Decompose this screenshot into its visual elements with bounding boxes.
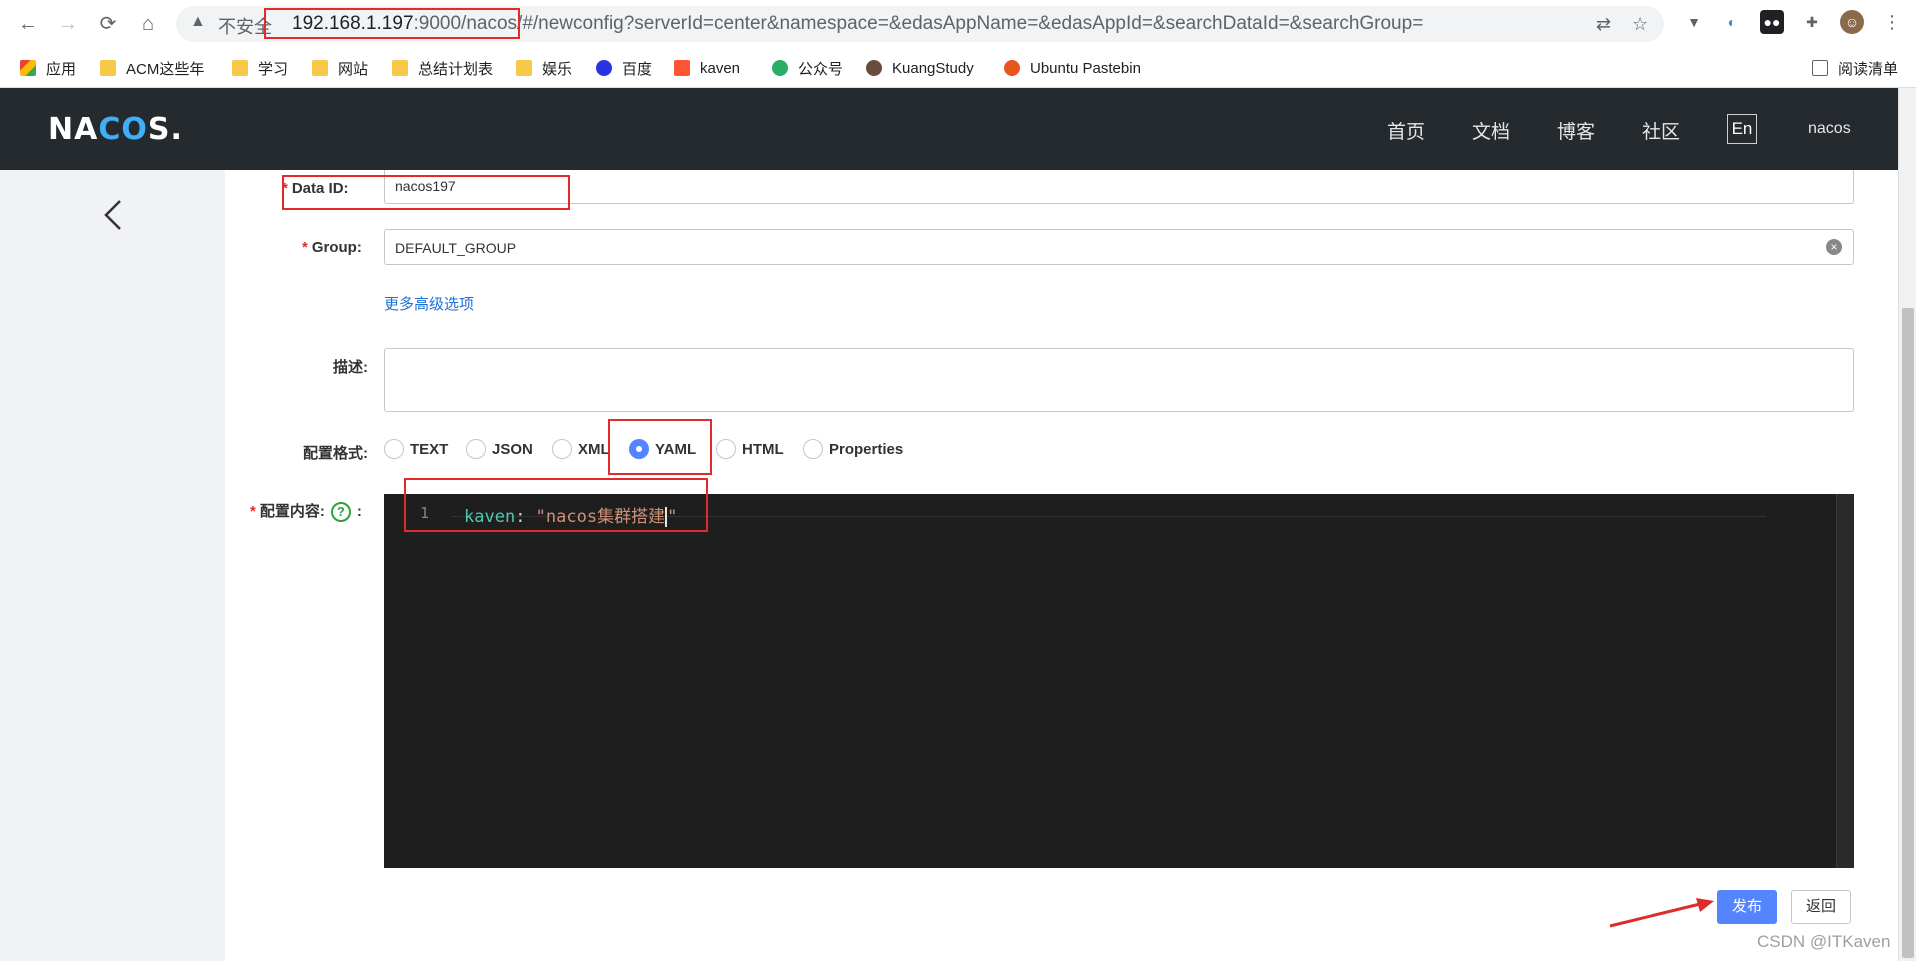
folder-icon (232, 60, 248, 76)
bookmark-kuangstudy[interactable]: KuangStudy (866, 56, 974, 80)
star-icon[interactable]: ☆ (1632, 14, 1648, 35)
clear-icon[interactable]: × (1826, 239, 1842, 255)
radio-circle[interactable] (384, 439, 404, 459)
translate-icon[interactable]: ⇄ (1596, 14, 1611, 35)
nav-docs[interactable]: 文档 (1472, 117, 1510, 144)
reading-list-icon (1812, 60, 1828, 76)
folder-icon (392, 60, 408, 76)
format-radio-xml[interactable]: XML (552, 439, 610, 459)
format-label: 配置格式: (303, 445, 368, 462)
kuangstudy-avatar-icon (866, 60, 882, 76)
page-scrollbar[interactable] (1898, 88, 1916, 961)
scrollbar-thumb[interactable] (1902, 308, 1914, 958)
content-label: * 配置内容:?: (250, 500, 362, 523)
annotation-arrow-icon (1609, 898, 1714, 928)
format-radio-properties[interactable]: Properties (803, 439, 903, 459)
format-radio-text[interactable]: TEXT (384, 439, 448, 459)
yaml-highlight-box (608, 419, 712, 475)
bookmark-folder[interactable]: 学习 (232, 56, 288, 80)
back-icon[interactable]: ← (14, 10, 42, 38)
data-id-input[interactable]: nacos197 (384, 170, 1854, 204)
puzzle-extensions-icon[interactable]: ✚ (1800, 10, 1824, 34)
advanced-options-link[interactable]: 更多高级选项 (384, 293, 474, 314)
group-label: * Group: (302, 239, 362, 256)
bookmark-kaven[interactable]: kaven (674, 56, 740, 80)
forward-icon[interactable]: → (54, 10, 82, 38)
nacos-header: NACOS. 首页 文档 博客 社区 En nacos (0, 88, 1898, 170)
bookmarks-bar: 应用 ACM这些年 学习 网站 总结计划表 娱乐 百度 kaven 公众号 Ku… (0, 48, 1916, 88)
folder-icon (312, 60, 328, 76)
editor-scrollbar[interactable] (1836, 494, 1854, 868)
url-highlight-box (264, 8, 520, 39)
vue-extension-icon[interactable]: ▼ (1682, 10, 1706, 34)
folder-icon (516, 60, 532, 76)
folder-icon (100, 60, 116, 76)
language-toggle[interactable]: En (1727, 114, 1757, 144)
bookmark-folder[interactable]: 总结计划表 (392, 56, 493, 80)
ubuntu-icon (1004, 60, 1020, 76)
data-id-highlight-box (282, 175, 570, 210)
format-radio-json[interactable]: JSON (466, 439, 533, 459)
feather-extension-icon[interactable]: ◐ (1720, 10, 1744, 34)
watermark-text: CSDN @ITKaven (1757, 932, 1891, 951)
home-icon[interactable]: ⌂ (134, 10, 162, 38)
nav-home[interactable]: 首页 (1387, 117, 1425, 144)
username[interactable]: nacos (1808, 120, 1851, 138)
left-sidebar (0, 170, 225, 961)
chevron-left-icon[interactable] (100, 198, 126, 232)
bookmark-apps[interactable]: 应用 (20, 56, 76, 80)
wechat-icon (772, 60, 788, 76)
description-label: 描述: (333, 359, 368, 376)
browser-toolbar: ← → ⟳ ⌂ ▲ 不安全 192.168.1.197:9000/nacos/#… (0, 0, 1916, 48)
nav-community[interactable]: 社区 (1642, 117, 1680, 144)
help-question-icon[interactable]: ? (330, 502, 351, 523)
radio-circle[interactable] (466, 439, 486, 459)
back-button[interactable]: 返回 (1791, 890, 1851, 924)
group-input[interactable]: DEFAULT_GROUP (384, 229, 1854, 265)
radio-circle[interactable] (803, 439, 823, 459)
csdn-c-icon (674, 60, 690, 76)
bookmark-folder[interactable]: 娱乐 (516, 56, 572, 80)
baidu-paw-icon (596, 60, 612, 76)
profile-avatar[interactable]: ☺ (1840, 10, 1864, 34)
nav-blog[interactable]: 博客 (1557, 117, 1595, 144)
format-radio-html[interactable]: HTML (716, 439, 784, 459)
radio-circle[interactable] (716, 439, 736, 459)
tampermonkey-extension-icon[interactable]: ●● (1760, 10, 1784, 34)
menu-kebab-icon[interactable]: ⋮ (1880, 10, 1904, 34)
bookmark-wechat[interactable]: 公众号 (772, 56, 843, 80)
publish-button[interactable]: 发布 (1717, 890, 1777, 924)
warning-icon: ▲ (190, 13, 206, 30)
radio-circle[interactable] (552, 439, 572, 459)
apps-grid-icon (20, 60, 36, 76)
bookmark-ubuntu[interactable]: Ubuntu Pastebin (1004, 56, 1141, 80)
editor-highlight-box (404, 478, 708, 532)
description-textarea[interactable] (384, 348, 1854, 412)
browser-chrome: ← → ⟳ ⌂ ▲ 不安全 192.168.1.197:9000/nacos/#… (0, 0, 1916, 88)
bookmark-baidu[interactable]: 百度 (596, 56, 652, 80)
reload-icon[interactable]: ⟳ (94, 10, 122, 38)
nacos-logo[interactable]: NACOS. (48, 112, 183, 147)
reading-list[interactable]: 阅读清单 (1812, 56, 1898, 80)
bookmark-folder[interactable]: 网站 (312, 56, 368, 80)
bookmark-folder[interactable]: ACM这些年 (100, 56, 204, 80)
code-editor[interactable]: 1 kaven: "nacos集群搭建 " (384, 494, 1854, 868)
